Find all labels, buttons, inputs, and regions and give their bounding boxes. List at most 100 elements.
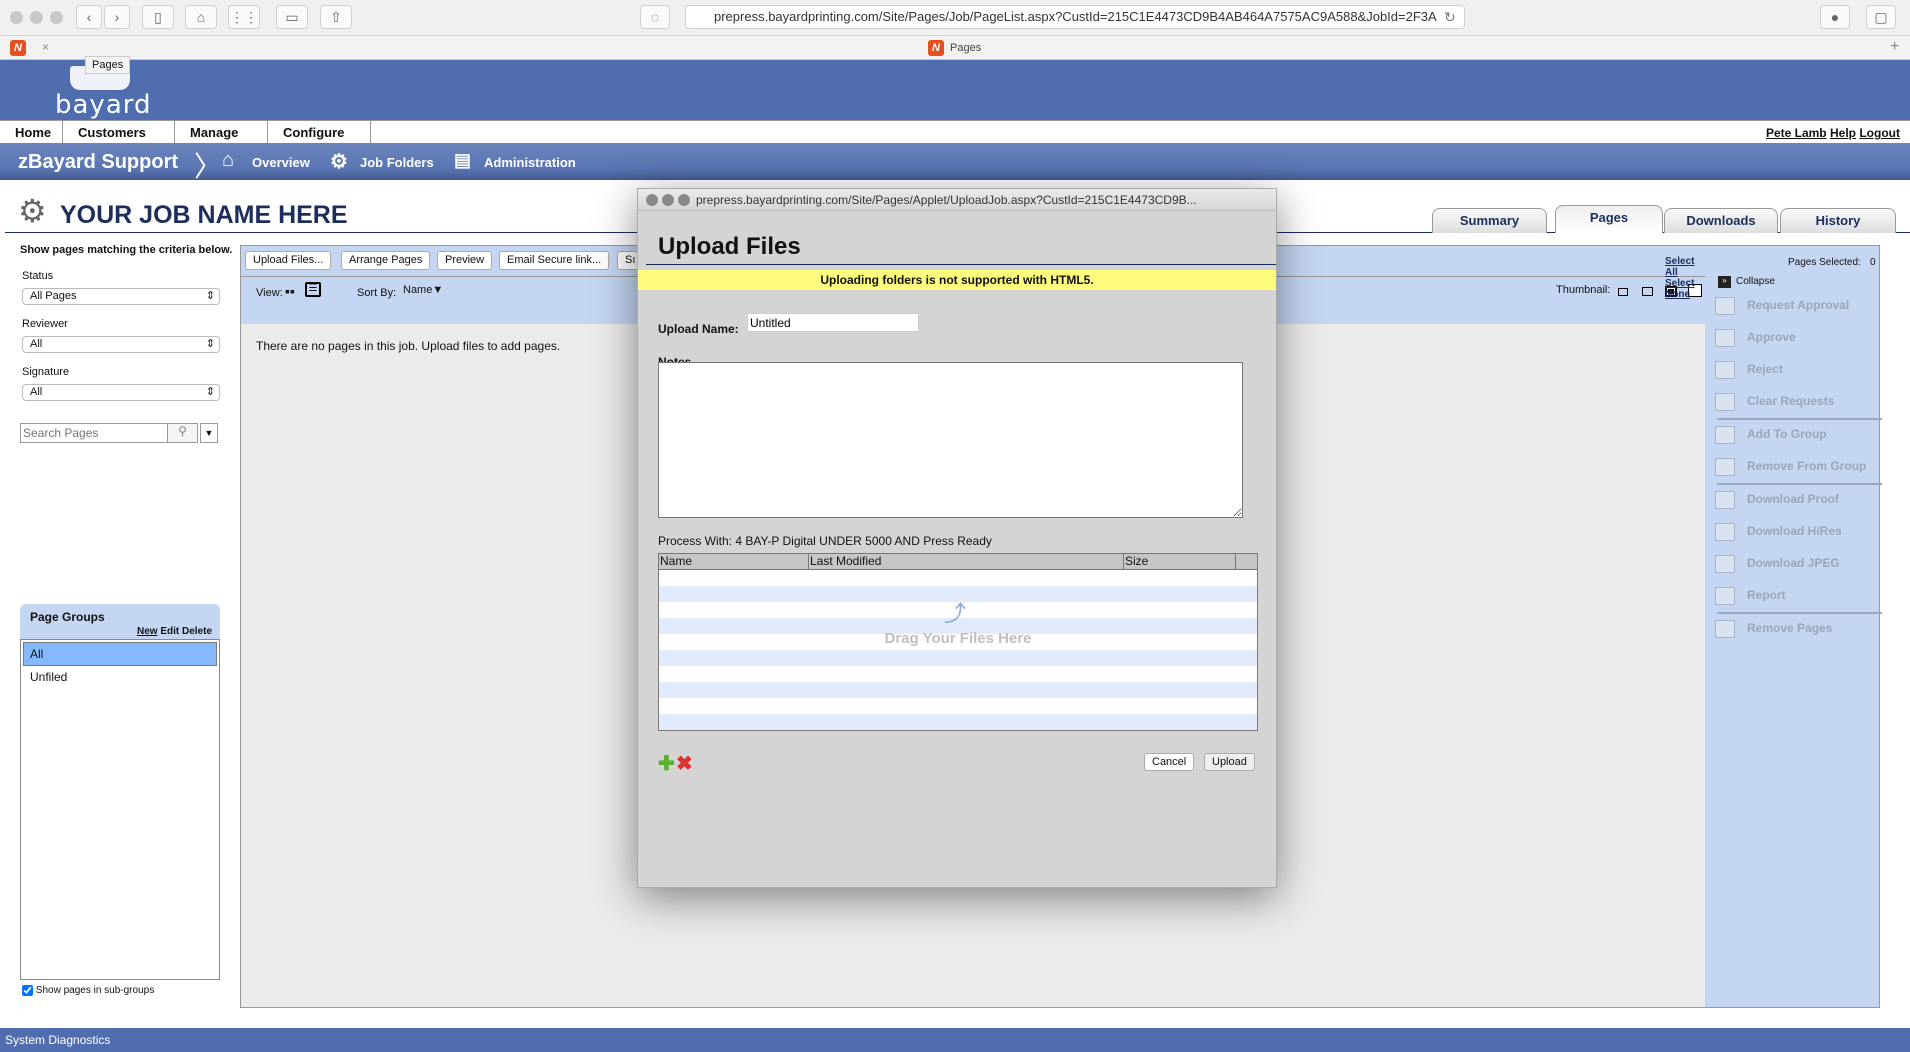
forward-icon[interactable]: › (104, 5, 130, 29)
collapse-icon[interactable]: » (1718, 276, 1731, 288)
logout-link[interactable]: Logout (1859, 126, 1900, 140)
action-download-jpeg[interactable]: Download JPEG (1715, 555, 1840, 573)
upload-files-button[interactable]: Upload Files... (245, 251, 332, 270)
action-reject[interactable]: Reject (1715, 361, 1783, 379)
list-view-icon[interactable]: ☰ (305, 282, 321, 297)
system-diagnostics-bar[interactable]: System Diagnostics (0, 1028, 1910, 1052)
reload-icon[interactable]: ↻ (1444, 9, 1456, 26)
action-download-proof[interactable]: Download Proof (1715, 491, 1839, 509)
reviewer-select[interactable]: All ⇕ (22, 336, 220, 353)
close-tab-icon[interactable]: × (42, 40, 49, 54)
reviewer-label: Reviewer (22, 318, 68, 330)
nav-job-folders[interactable]: Job Folders (360, 155, 434, 170)
status-value: All Pages (30, 290, 77, 302)
action-clear-requests[interactable]: Clear Requests (1715, 393, 1834, 411)
home-icon[interactable]: ⌂ (185, 5, 217, 29)
thumbnail-tiny-icon[interactable] (1618, 288, 1628, 296)
action-remove-pages[interactable]: Remove Pages (1715, 620, 1832, 638)
search-icon[interactable]: ⚲ (168, 423, 198, 443)
shield-icon[interactable]: ◌ (640, 5, 670, 29)
cancel-button[interactable]: Cancel (1144, 753, 1195, 771)
pinned-favicon-icon[interactable]: N (10, 40, 26, 56)
gear-icon: ⚙ (330, 151, 348, 173)
minimize-window-button[interactable] (30, 11, 43, 24)
user-link[interactable]: Pete Lamb (1766, 126, 1827, 140)
group-list: All Unfiled (20, 639, 220, 980)
download-proof-icon (1715, 491, 1735, 509)
signature-value: All (30, 386, 43, 398)
dialog-url: prepress.bayardprinting.com/Site/Pages/A… (696, 193, 1197, 207)
download-icon[interactable]: ● (1820, 5, 1850, 29)
notes-textarea[interactable] (658, 362, 1243, 518)
subgroups-checkbox[interactable] (22, 985, 33, 996)
tabs-icon[interactable]: ▢ (1866, 5, 1896, 29)
arrange-pages-button[interactable]: Arrange Pages (341, 251, 431, 270)
sort-select[interactable]: Name▼ (403, 284, 443, 296)
action-request-approval[interactable]: Request Approval (1715, 297, 1849, 315)
search-options-dropdown[interactable]: ▼ (200, 423, 218, 443)
column-size[interactable]: Size (1123, 554, 1148, 570)
thumbnail-small-icon[interactable] (1642, 287, 1653, 296)
tab-downloads[interactable]: Downloads (1664, 208, 1778, 233)
column-name[interactable]: Name (660, 554, 692, 569)
zoom-window-button[interactable] (50, 11, 63, 24)
file-drop-table[interactable]: Name Last Modified Size ⤴ Drag Your File… (658, 553, 1258, 731)
new-tab-button[interactable]: + (1890, 38, 1899, 56)
folder-remove-icon (1715, 458, 1735, 476)
dialog-close-button[interactable] (646, 194, 658, 206)
tab-title[interactable]: Pages (950, 42, 981, 54)
upload-button[interactable]: Upload (1204, 753, 1255, 771)
group-item-all[interactable]: All (23, 642, 217, 666)
url-text: prepress.bayardprinting.com/Site/Pages/J… (714, 9, 1437, 24)
nav-overview[interactable]: Overview (252, 155, 310, 170)
share-icon[interactable]: ⇧ (320, 5, 352, 29)
process-with-text: Process With: 4 BAY-P Digital UNDER 5000… (658, 534, 992, 548)
upload-dialog: prepress.bayardprinting.com/Site/Pages/A… (637, 188, 1277, 888)
upload-name-input[interactable] (747, 313, 919, 332)
help-link[interactable]: Help (1830, 126, 1856, 140)
menu-manage[interactable]: Manage ▼ (175, 121, 268, 164)
dialog-zoom-button[interactable] (678, 194, 690, 206)
menu-home[interactable]: Home (0, 121, 63, 145)
preview-button[interactable]: Preview (437, 251, 493, 270)
status-select[interactable]: All Pages ⇕ (22, 288, 220, 305)
close-window-button[interactable] (10, 11, 23, 24)
logo[interactable]: bayard (55, 90, 152, 120)
dialog-minimize-button[interactable] (662, 194, 674, 206)
address-bar[interactable]: prepress.bayardprinting.com/Site/Pages/J… (685, 5, 1465, 29)
updown-icon: ⇕ (205, 338, 215, 350)
print-icon[interactable]: ▭ (276, 5, 308, 29)
action-add-to-group[interactable]: Add To Group (1715, 426, 1827, 444)
delete-group-link[interactable]: Delete (182, 626, 212, 637)
action-remove-from-group[interactable]: Remove From Group (1715, 458, 1866, 476)
action-approve[interactable]: Approve (1715, 329, 1796, 347)
menu-customers[interactable]: Customers ▼ (63, 121, 175, 164)
add-file-icon[interactable]: ✚ (658, 751, 675, 776)
divider (1717, 483, 1882, 485)
select-none-link[interactable]: Select None (1665, 278, 1694, 300)
column-last-modified[interactable]: Last Modified (808, 554, 881, 570)
divider (1717, 418, 1882, 420)
email-secure-link-button[interactable]: Email Secure link... (499, 251, 610, 270)
menu-configure[interactable]: Configure ▼ (268, 121, 371, 164)
tab-pages[interactable]: Pages (1555, 205, 1663, 233)
back-icon[interactable]: ‹ (76, 5, 102, 29)
remove-file-icon[interactable]: ✖ (676, 751, 693, 776)
signature-select[interactable]: All ⇕ (22, 384, 220, 401)
action-report[interactable]: Report (1715, 587, 1786, 605)
sidebar-icon[interactable]: ▯ (142, 5, 174, 29)
grid-icon[interactable]: ⋮⋮ (228, 5, 260, 29)
tab-history[interactable]: History (1780, 208, 1896, 233)
search-input[interactable] (20, 423, 168, 443)
action-download-hires[interactable]: Download HiRes (1715, 523, 1842, 541)
new-group-link[interactable]: New (137, 626, 158, 637)
remove-pages-icon (1715, 620, 1735, 638)
reviewer-value: All (30, 338, 43, 350)
collapse-link[interactable]: Collapse (1736, 276, 1775, 287)
grid-view-icon[interactable]: ▪▪ (285, 283, 295, 299)
tab-summary[interactable]: Summary (1432, 208, 1547, 233)
select-all-link[interactable]: Select All (1665, 256, 1694, 278)
nav-administration[interactable]: Administration (484, 155, 576, 170)
edit-group-link[interactable]: Edit (160, 626, 179, 637)
group-item-unfiled[interactable]: Unfiled (30, 670, 67, 684)
